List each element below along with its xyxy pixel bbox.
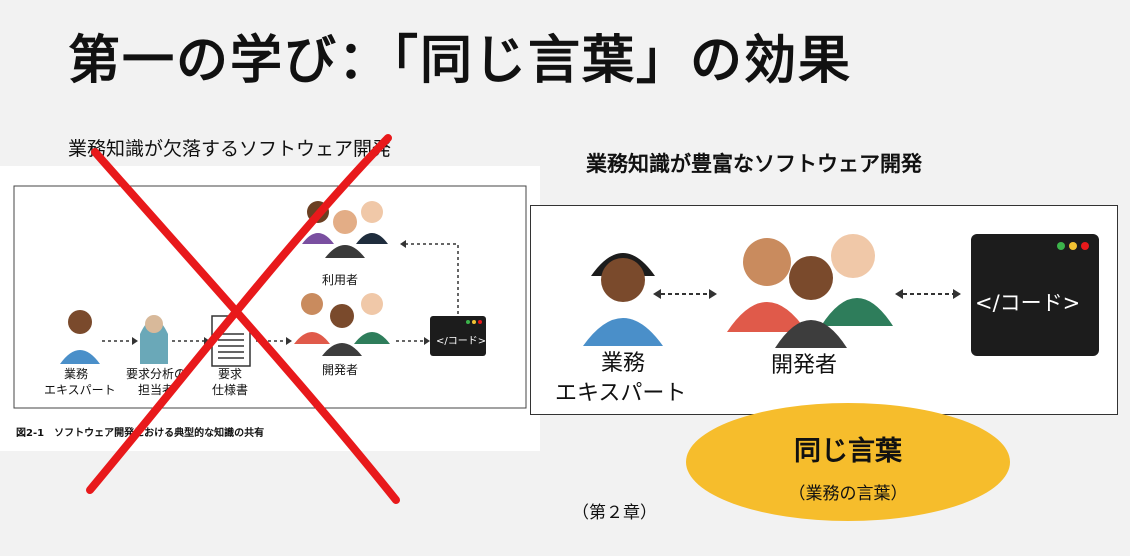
expert-label-2: エキスパート (555, 381, 686, 406)
same-language-callout: 同じ言葉 （業務の言葉） (686, 403, 1010, 521)
expert-person-icon (583, 253, 663, 346)
code-label: </コード> (975, 291, 1080, 315)
developers-label: 開発者 (771, 353, 837, 378)
developers-people-icon (727, 234, 893, 348)
callout-title: 同じ言葉 (794, 436, 902, 467)
expert-label-1: 業務 (601, 351, 645, 376)
callout-subtitle: （業務の言葉） (788, 484, 908, 504)
chapter-note: （第２章） (572, 503, 657, 523)
shared-language-figure: 業務 エキスパート 開発者 </コード> (530, 205, 1118, 415)
